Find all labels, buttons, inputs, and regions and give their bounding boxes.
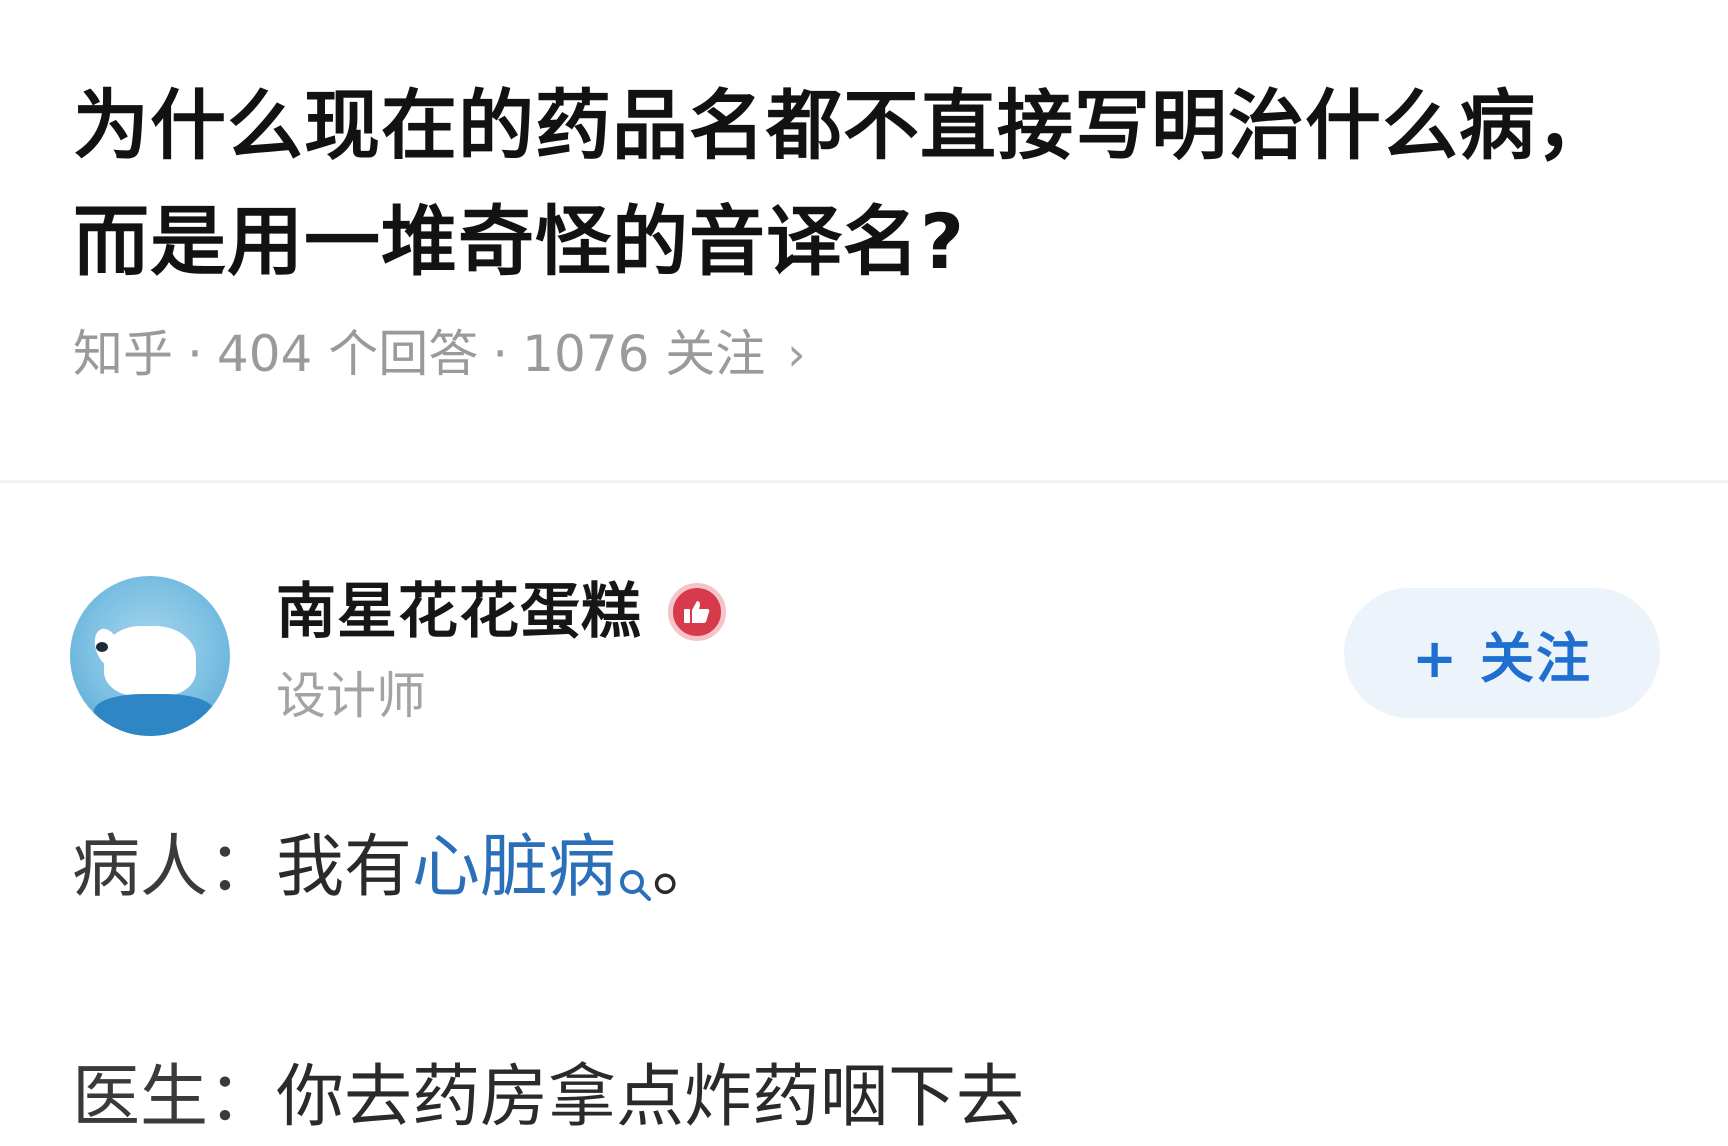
answer-count: 404 个回答 xyxy=(216,325,479,383)
avatar[interactable] xyxy=(70,576,230,736)
keyword-link[interactable]: 心脏病 xyxy=(412,828,616,907)
thumbs-up-icon xyxy=(684,601,710,623)
meta-separator: · xyxy=(492,325,509,383)
question-header: 为什么现在的药品名都不直接写明治什么病，而是用一堆奇怪的音译名? 知乎 · 40… xyxy=(73,68,1633,386)
answer-text: 我有 xyxy=(276,828,413,907)
speaker-label: 病人： xyxy=(72,828,277,907)
answer-content: 病人：我有心脏病。 医生：你去药房拿点炸药咽下去 xyxy=(72,820,1672,1146)
avatar-collar xyxy=(94,694,214,736)
search-icon[interactable] xyxy=(618,832,652,928)
author-card: 南星花花蛋糕 设计师 + 关注 xyxy=(70,572,1660,736)
question-title[interactable]: 为什么现在的药品名都不直接写明治什么病，而是用一堆奇怪的音译名? xyxy=(73,68,1633,300)
chevron-right-icon[interactable]: › xyxy=(787,322,805,386)
avatar-dog-head xyxy=(104,626,196,696)
answer-text: 你去药房拿点炸药咽下去 xyxy=(276,1058,1025,1137)
follow-button[interactable]: + 关注 xyxy=(1344,588,1660,718)
answer-text-end: 。 xyxy=(652,828,721,907)
question-meta[interactable]: 知乎 · 404 个回答 · 1076 关注 › xyxy=(73,322,1633,386)
follower-count: 1076 关注 xyxy=(522,325,766,383)
answer-paragraph: 病人：我有心脏病。 xyxy=(72,820,1672,928)
thumbs-up-badge-icon[interactable] xyxy=(668,583,726,641)
author-name[interactable]: 南星花花蛋糕 xyxy=(276,572,642,652)
section-divider xyxy=(0,480,1728,483)
question-source: 知乎 xyxy=(73,325,173,383)
author-title: 设计师 xyxy=(276,667,426,725)
avatar-dog-nose xyxy=(96,642,108,652)
speaker-label: 医生： xyxy=(72,1058,277,1137)
meta-separator: · xyxy=(187,325,203,383)
author-name-row: 南星花花蛋糕 xyxy=(276,572,726,652)
answer-paragraph: 医生：你去药房拿点炸药咽下去 xyxy=(72,1050,1672,1146)
